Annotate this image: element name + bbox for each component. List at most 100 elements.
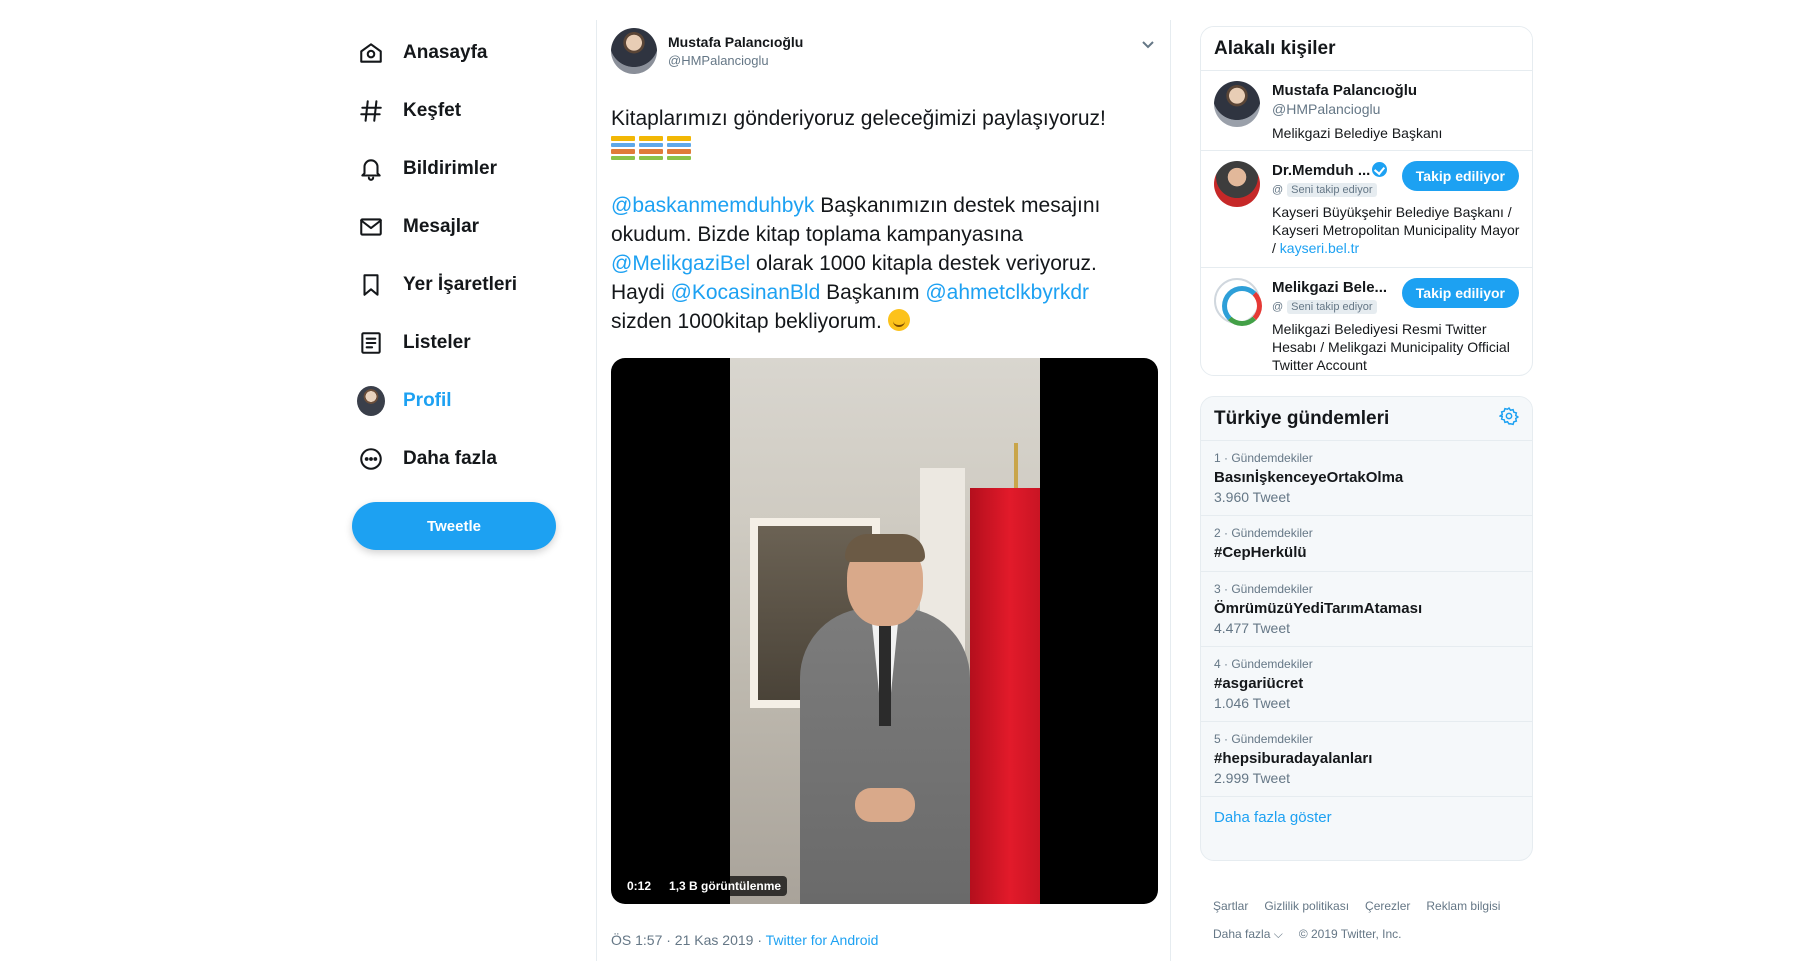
nav-notifications[interactable]: Bildirimler [345, 140, 565, 198]
mention-link[interactable]: @KocasinanBld [671, 281, 821, 304]
video-views: 1,3 B görüntülenme [663, 876, 788, 896]
nav-home-label: Anasayfa [403, 42, 488, 63]
nav-more[interactable]: Daha fazla [345, 430, 565, 488]
tweet-header: Mustafa Palancıoğlu @HMPalancioglu [611, 28, 1156, 78]
avatar[interactable] [1214, 81, 1260, 127]
more-icon [357, 445, 385, 473]
show-more-link[interactable]: Daha fazla göster [1201, 797, 1532, 838]
follows-you: @ Seni takip ediyor [1272, 183, 1377, 197]
video-player[interactable]: 0:12 1,3 B görüntülenme [611, 358, 1158, 904]
person-bio: Melikgazi Belediyesi Resmi Twitter Hesab… [1272, 321, 1510, 373]
video-frame [730, 358, 1040, 904]
trend-item[interactable]: 1 · Gündemdekiler BasınİşkenceyeOrtakOlm… [1201, 441, 1532, 516]
tweet-body-text: Başkanım [820, 281, 926, 304]
person-name[interactable]: Mustafa Palancıoğlu [1272, 82, 1417, 99]
trend-name: BasınİşkenceyeOrtakOlma [1214, 469, 1404, 486]
avatar [357, 386, 385, 416]
gear-icon[interactable] [1498, 406, 1520, 432]
timestamp-text[interactable]: ÖS 1:57 · 21 Kas 2019 · [611, 932, 766, 948]
books-emoji [611, 136, 635, 161]
tweet-timestamp: ÖS 1:57 · 21 Kas 2019 · Twitter for Andr… [611, 932, 878, 948]
follows-you-badge: Seni takip ediyor [1287, 300, 1377, 314]
trend-item[interactable]: 4 · Gündemdekiler #asgariücret 1.046 Twe… [1201, 647, 1532, 722]
nav-explore[interactable]: Keşfet [345, 82, 565, 140]
books-emoji-icon [611, 136, 691, 161]
handle-at: @ [1272, 301, 1284, 313]
bell-icon [357, 155, 385, 183]
trend-item[interactable]: 5 · Gündemdekiler #hepsiburadayalanları … [1201, 722, 1532, 797]
related-person[interactable]: Melikgazi Bele... @ Seni takip ediyor Ta… [1201, 268, 1532, 375]
avatar[interactable] [1214, 278, 1262, 326]
books-emoji [639, 136, 663, 161]
person-handle: @HMPalancioglu [1272, 101, 1381, 117]
following-button[interactable]: Takip ediliyor [1401, 278, 1519, 308]
tweet-detail: Mustafa Palancıoğlu @HMPalancioglu Kitap… [596, 20, 1171, 961]
footer-bottom: Daha fazla ⌵ © 2019 Twitter, Inc. [1213, 920, 1533, 948]
related-people-card: Alakalı kişiler Mustafa Palancıoğlu @HMP… [1200, 26, 1533, 376]
footer-link[interactable]: Şartlar [1213, 892, 1248, 920]
trend-count: 4.477 Tweet [1214, 620, 1291, 636]
nav-lists[interactable]: Listeler [345, 314, 565, 372]
nav-profile[interactable]: Profil [345, 372, 565, 430]
smile-emoji-icon [887, 309, 910, 331]
person-name-wrap[interactable]: Dr.Memduh ... [1272, 162, 1388, 179]
primary-nav: Anasayfa Keşfet Bildirimler Mesajlar Yer… [345, 24, 565, 488]
trend-meta: 3 · Gündemdekiler [1214, 582, 1313, 596]
trend-meta: 2 · Gündemdekiler [1214, 526, 1313, 540]
footer-link[interactable]: Reklam bilgisi [1426, 892, 1500, 920]
tweet-text: Kitaplarımızı gönderiyoruz geleceğimizi … [611, 104, 1156, 336]
trend-name: ÖmrümüzüYediTarımAtaması [1214, 600, 1423, 617]
chevron-down-icon[interactable] [1140, 36, 1156, 52]
footer-link[interactable]: Çerezler [1365, 892, 1410, 920]
trend-item[interactable]: 2 · Gündemdekiler #CepHerkülü [1201, 516, 1532, 572]
avatar[interactable] [1214, 161, 1260, 207]
trend-meta: 4 · Gündemdekiler [1214, 657, 1313, 671]
trend-meta: 1 · Gündemdekiler [1214, 451, 1313, 465]
trend-count: 3.960 Tweet [1214, 489, 1291, 505]
tweet-button[interactable]: Tweetle [352, 502, 556, 550]
mention-link[interactable]: @MelikgaziBel [611, 252, 750, 275]
bio-link[interactable]: kayseri.bel.tr [1280, 240, 1359, 256]
mention-link[interactable]: @baskanmemduhbyk [611, 194, 814, 217]
nav-notifications-label: Bildirimler [403, 158, 497, 179]
nav-lists-label: Listeler [403, 332, 471, 353]
trends-title: Türkiye gündemleri [1214, 407, 1390, 429]
handle-at: @ [1272, 184, 1284, 196]
trend-count: 1.046 Tweet [1214, 695, 1291, 711]
trend-item[interactable]: 3 · Gündemdekiler ÖmrümüzüYediTarımAtama… [1201, 572, 1532, 647]
footer-link[interactable]: Gizlilik politikası [1264, 892, 1349, 920]
nav-bookmarks[interactable]: Yer İşaretleri [345, 256, 565, 314]
man-hair [845, 534, 925, 562]
trend-meta: 5 · Gündemdekiler [1214, 732, 1313, 746]
person-bio: Melikgazi Belediye Başkanı [1272, 125, 1443, 141]
trends-card: Türkiye gündemleri 1 · Gündemdekiler Bas… [1200, 396, 1533, 861]
nav-messages-label: Mesajlar [403, 216, 480, 237]
bookmark-icon [357, 271, 385, 299]
verified-badge-icon [1372, 162, 1388, 177]
author-handle[interactable]: @HMPalancioglu [668, 53, 769, 68]
author-avatar[interactable] [611, 28, 657, 74]
mail-icon [357, 213, 385, 241]
related-title: Alakalı kişiler [1201, 27, 1532, 71]
mention-link[interactable]: @ahmetclkbyrkdr [925, 281, 1089, 304]
trends-header: Türkiye gündemleri [1201, 397, 1532, 441]
nav-home[interactable]: Anasayfa [345, 24, 565, 82]
trend-name: #hepsiburadayalanları [1214, 750, 1373, 767]
related-person[interactable]: Dr.Memduh ... @ Seni takip ediyor Takip … [1201, 151, 1532, 268]
tweet-body-text: sizden 1000kitap bekliyorum. [611, 310, 888, 333]
person-name[interactable]: Melikgazi Bele... [1272, 279, 1387, 296]
footer-more-link[interactable]: Daha fazla ⌵ [1213, 920, 1283, 948]
nav-messages[interactable]: Mesajlar [345, 198, 565, 256]
nav-more-label: Daha fazla [403, 448, 497, 469]
video-duration: 0:12 [621, 876, 658, 896]
tweet-line1: Kitaplarımızı gönderiyoruz geleceğimizi … [611, 107, 1106, 130]
tweet-source-link[interactable]: Twitter for Android [766, 932, 879, 948]
follows-you: @ Seni takip ediyor [1272, 300, 1377, 314]
man-tie [879, 616, 891, 726]
footer: Şartlar Gizlilik politikası Çerezler Rek… [1213, 892, 1533, 948]
following-button[interactable]: Takip ediliyor [1401, 161, 1519, 191]
author-name[interactable]: Mustafa Palancıoğlu [668, 34, 803, 50]
person-name: Dr.Memduh ... [1272, 162, 1371, 179]
related-person[interactable]: Mustafa Palancıoğlu @HMPalancioglu Melik… [1201, 71, 1532, 151]
footer-links: Şartlar Gizlilik politikası Çerezler Rek… [1213, 892, 1533, 920]
